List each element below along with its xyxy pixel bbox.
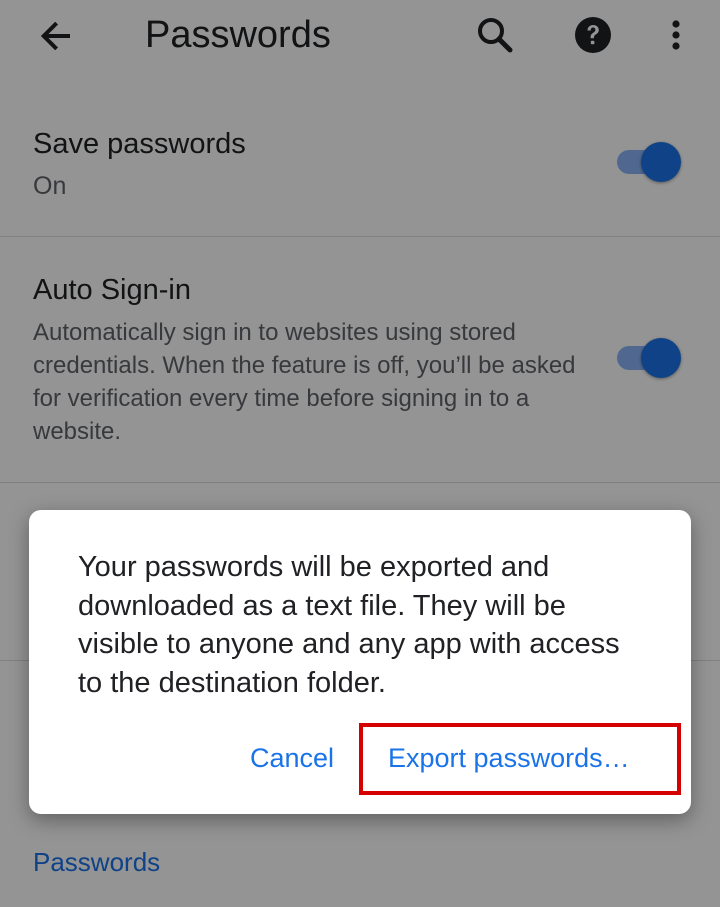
dialog-message: Your passwords will be exported and down… <box>78 551 620 699</box>
cancel-button[interactable]: Cancel <box>250 738 334 778</box>
passwords-settings-screen: Passwords Save passwords On Auto Sign-in… <box>0 0 720 907</box>
highlight-box <box>359 723 681 795</box>
export-passwords-dialog: Your passwords will be exported and down… <box>29 510 691 814</box>
